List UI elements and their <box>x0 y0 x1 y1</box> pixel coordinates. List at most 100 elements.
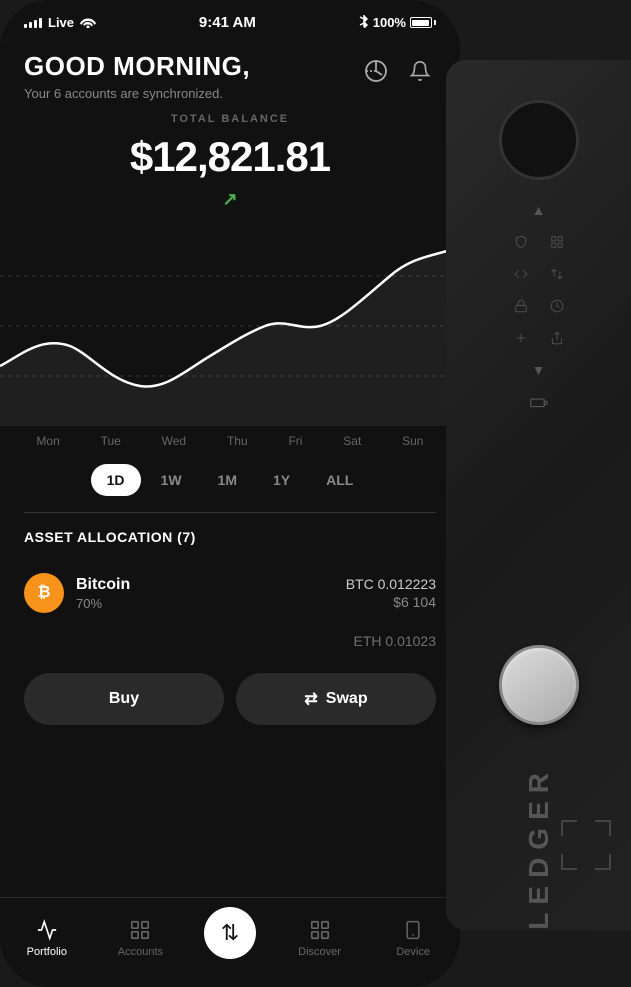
period-1d-button[interactable]: 1D <box>91 464 141 496</box>
status-bar: Live 9:41 AM 100% <box>0 0 460 39</box>
device-icon-shield <box>511 232 531 252</box>
device-up-icon: ▲ <box>529 200 549 220</box>
corner-tr <box>595 820 611 836</box>
device-icon <box>401 918 425 942</box>
discover-label: Discover <box>298 946 341 958</box>
nav-accounts[interactable]: Accounts <box>110 918 170 958</box>
device-icon-grid <box>547 232 567 252</box>
time-display: 9:41 AM <box>199 14 256 31</box>
main-content: GOOD MORNING, Your 6 accounts are synchr… <box>0 39 460 987</box>
carrier-label: Live <box>48 15 74 30</box>
device-icon-row-4 <box>511 328 567 348</box>
portfolio-chart-icon[interactable] <box>360 55 392 87</box>
balance-chart <box>0 226 460 426</box>
device-icon-battery <box>529 392 549 412</box>
discover-icon <box>308 918 332 942</box>
device-corner-marks <box>561 820 611 870</box>
corner-br <box>595 854 611 870</box>
period-all-button[interactable]: ALL <box>310 464 369 496</box>
period-1y-button[interactable]: 1Y <box>257 464 306 496</box>
device-icon-lock <box>511 296 531 316</box>
device-icon-share <box>547 328 567 348</box>
wifi-icon <box>80 15 96 31</box>
time-label-mon: Mon <box>36 434 59 448</box>
bottom-navigation: Portfolio Accounts ⇅ <box>0 897 460 987</box>
balance-section: TOTAL BALANCE $12,821.81 ↗ <box>0 105 460 226</box>
bitcoin-name: Bitcoin <box>76 576 334 594</box>
device-label: Device <box>396 946 430 958</box>
time-label-sun: Sun <box>402 434 423 448</box>
eth-partial-amounts: ETH 0.01023 <box>354 633 437 649</box>
device-icon-plus <box>511 328 531 348</box>
bitcoin-info: Bitcoin 70% <box>76 576 334 611</box>
device-top-circle <box>499 100 579 180</box>
asset-bitcoin[interactable]: ₿ Bitcoin 70% BTC 0.012223 $6 104 <box>0 561 460 625</box>
accounts-label: Accounts <box>118 946 163 958</box>
nav-device[interactable]: Device <box>383 918 443 958</box>
buy-button[interactable]: Buy <box>24 673 224 725</box>
device-icon-arrows <box>547 264 567 284</box>
period-selector: 1D 1W 1M 1Y ALL <box>0 452 460 504</box>
device-down-row: ▼ <box>529 360 549 380</box>
swap-label: Swap <box>326 690 368 708</box>
transfer-icon: ⇅ <box>221 920 239 946</box>
bitcoin-amounts: BTC 0.012223 $6 104 <box>346 576 436 610</box>
eth-partial-crypto: ETH 0.01023 <box>354 633 437 649</box>
balance-label: TOTAL BALANCE <box>24 113 436 125</box>
signal-bar-2 <box>29 22 32 28</box>
corner-tl <box>561 820 577 836</box>
time-label-sat: Sat <box>343 434 361 448</box>
device-down-icon: ▼ <box>529 360 549 380</box>
battery-percentage: 100% <box>373 15 406 30</box>
nav-discover[interactable]: Discover <box>290 918 350 958</box>
portfolio-icon <box>35 918 59 942</box>
device-up-row: ▲ <box>529 200 549 220</box>
time-label-tue: Tue <box>101 434 121 448</box>
signal-bars <box>24 18 42 28</box>
swap-icon: ⇄ <box>304 689 317 709</box>
notification-bell-icon[interactable] <box>404 55 436 87</box>
signal-bar-4 <box>39 18 42 28</box>
cta-buttons-section: Buy ⇄ Swap <box>0 657 460 741</box>
asset-eth-partial: ETH 0.01023 <box>0 625 460 657</box>
accounts-icon <box>128 918 152 942</box>
ledger-brand-text: LEDGER <box>523 765 555 930</box>
device-controls: ▲ <box>511 200 567 625</box>
bitcoin-crypto-amount: BTC 0.012223 <box>346 576 436 592</box>
status-left: Live <box>24 15 96 31</box>
header-section: GOOD MORNING, Your 6 accounts are synchr… <box>0 39 460 105</box>
greeting-text: GOOD MORNING, <box>24 51 250 82</box>
corner-bl <box>561 854 577 870</box>
battery-indicator <box>410 17 436 28</box>
sub-greeting-text: Your 6 accounts are synchronized. <box>24 86 250 101</box>
balance-amount: $12,821.81 <box>24 133 436 181</box>
time-label-thu: Thu <box>227 434 248 448</box>
change-arrow-icon: ↗ <box>222 189 237 210</box>
signal-bar-3 <box>34 20 37 28</box>
transfer-center-button[interactable]: ⇅ <box>204 907 256 959</box>
nav-portfolio[interactable]: Portfolio <box>17 918 77 958</box>
chart-section <box>0 226 460 426</box>
phone-container: Live 9:41 AM 100% <box>0 0 460 987</box>
portfolio-label: Portfolio <box>27 946 67 958</box>
period-1m-button[interactable]: 1M <box>202 464 253 496</box>
device-icon-row-5 <box>529 392 549 412</box>
bitcoin-icon: ₿ <box>24 573 64 613</box>
device-icon-row-1 <box>511 232 567 252</box>
device-icon-row-3 <box>511 296 567 316</box>
device-icon-time <box>547 296 567 316</box>
device-center-button[interactable] <box>499 645 579 725</box>
swap-button[interactable]: ⇄ Swap <box>236 673 436 725</box>
time-labels: Mon Tue Wed Thu Fri Sat Sun <box>0 426 460 452</box>
ledger-device: ▲ <box>446 60 631 930</box>
device-icon-row-2 <box>511 264 567 284</box>
period-1w-button[interactable]: 1W <box>145 464 198 496</box>
time-label-wed: Wed <box>162 434 186 448</box>
section-divider <box>24 512 436 513</box>
device-icon-code <box>511 264 531 284</box>
time-label-fri: Fri <box>288 434 302 448</box>
asset-allocation-title: ASSET ALLOCATION (7) <box>0 529 460 561</box>
balance-change: ↗ <box>24 189 436 210</box>
bitcoin-fiat-amount: $6 104 <box>346 594 436 610</box>
status-right: 100% <box>359 14 436 31</box>
